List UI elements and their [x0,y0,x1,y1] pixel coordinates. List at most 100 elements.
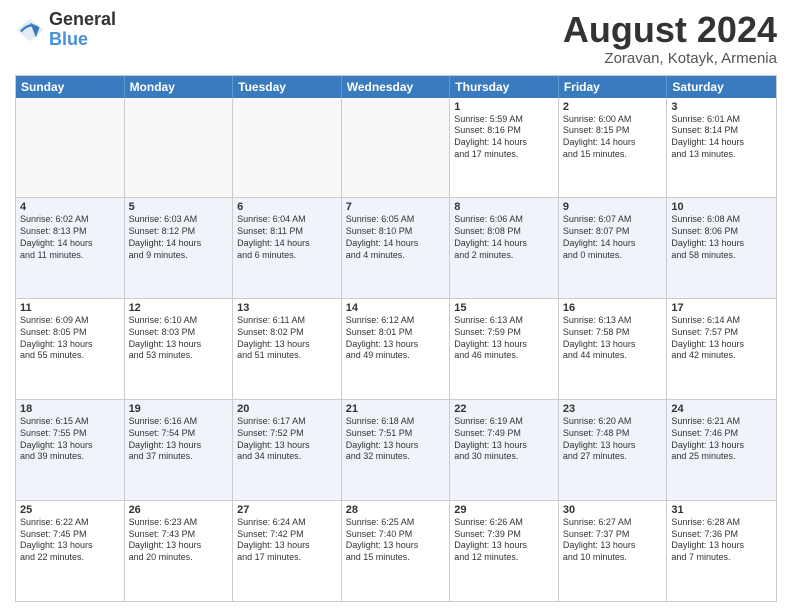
cell-info: Sunrise: 6:27 AM Sunset: 7:37 PM Dayligh… [563,517,663,564]
cal-cell-4: 4Sunrise: 6:02 AM Sunset: 8:13 PM Daylig… [16,198,125,298]
calendar-row-4: 25Sunrise: 6:22 AM Sunset: 7:45 PM Dayli… [16,500,776,601]
cal-cell-empty-1 [125,98,234,198]
cell-info: Sunrise: 6:23 AM Sunset: 7:43 PM Dayligh… [129,517,229,564]
day-number: 9 [563,201,663,213]
logo-general-text: General [49,10,116,30]
day-number: 13 [237,302,337,314]
cell-info: Sunrise: 6:13 AM Sunset: 7:59 PM Dayligh… [454,315,554,362]
header-day-thursday: Thursday [450,76,559,98]
cal-cell-5: 5Sunrise: 6:03 AM Sunset: 8:12 PM Daylig… [125,198,234,298]
header-day-sunday: Sunday [16,76,125,98]
cal-cell-empty-0 [16,98,125,198]
day-number: 3 [671,101,772,113]
cell-info: Sunrise: 6:20 AM Sunset: 7:48 PM Dayligh… [563,416,663,463]
cal-cell-6: 6Sunrise: 6:04 AM Sunset: 8:11 PM Daylig… [233,198,342,298]
cal-cell-26: 26Sunrise: 6:23 AM Sunset: 7:43 PM Dayli… [125,501,234,601]
cal-cell-12: 12Sunrise: 6:10 AM Sunset: 8:03 PM Dayli… [125,299,234,399]
cal-cell-27: 27Sunrise: 6:24 AM Sunset: 7:42 PM Dayli… [233,501,342,601]
cell-info: Sunrise: 6:06 AM Sunset: 8:08 PM Dayligh… [454,214,554,261]
cal-cell-2: 2Sunrise: 6:00 AM Sunset: 8:15 PM Daylig… [559,98,668,198]
header-day-friday: Friday [559,76,668,98]
cal-cell-10: 10Sunrise: 6:08 AM Sunset: 8:06 PM Dayli… [667,198,776,298]
day-number: 23 [563,403,663,415]
calendar-row-3: 18Sunrise: 6:15 AM Sunset: 7:55 PM Dayli… [16,399,776,500]
day-number: 4 [20,201,120,213]
header: General Blue August 2024 Zoravan, Kotayk… [15,10,777,67]
cal-cell-22: 22Sunrise: 6:19 AM Sunset: 7:49 PM Dayli… [450,400,559,500]
cal-cell-15: 15Sunrise: 6:13 AM Sunset: 7:59 PM Dayli… [450,299,559,399]
cell-info: Sunrise: 6:13 AM Sunset: 7:58 PM Dayligh… [563,315,663,362]
day-number: 20 [237,403,337,415]
cal-cell-30: 30Sunrise: 6:27 AM Sunset: 7:37 PM Dayli… [559,501,668,601]
day-number: 12 [129,302,229,314]
cal-cell-11: 11Sunrise: 6:09 AM Sunset: 8:05 PM Dayli… [16,299,125,399]
cal-cell-9: 9Sunrise: 6:07 AM Sunset: 8:07 PM Daylig… [559,198,668,298]
day-number: 30 [563,504,663,516]
day-number: 26 [129,504,229,516]
cell-info: Sunrise: 6:10 AM Sunset: 8:03 PM Dayligh… [129,315,229,362]
day-number: 27 [237,504,337,516]
calendar-row-2: 11Sunrise: 6:09 AM Sunset: 8:05 PM Dayli… [16,298,776,399]
day-number: 2 [563,101,663,113]
cell-info: Sunrise: 6:01 AM Sunset: 8:14 PM Dayligh… [671,114,772,161]
cell-info: Sunrise: 6:05 AM Sunset: 8:10 PM Dayligh… [346,214,446,261]
day-number: 21 [346,403,446,415]
page: General Blue August 2024 Zoravan, Kotayk… [0,0,792,612]
logo-icon [15,15,45,45]
day-number: 15 [454,302,554,314]
cal-cell-1: 1Sunrise: 5:59 AM Sunset: 8:16 PM Daylig… [450,98,559,198]
cal-cell-7: 7Sunrise: 6:05 AM Sunset: 8:10 PM Daylig… [342,198,451,298]
day-number: 24 [671,403,772,415]
cal-cell-13: 13Sunrise: 6:11 AM Sunset: 8:02 PM Dayli… [233,299,342,399]
cell-info: Sunrise: 6:09 AM Sunset: 8:05 PM Dayligh… [20,315,120,362]
day-number: 5 [129,201,229,213]
cell-info: Sunrise: 6:00 AM Sunset: 8:15 PM Dayligh… [563,114,663,161]
day-number: 6 [237,201,337,213]
calendar-header: SundayMondayTuesdayWednesdayThursdayFrid… [16,76,776,98]
day-number: 25 [20,504,120,516]
cal-cell-31: 31Sunrise: 6:28 AM Sunset: 7:36 PM Dayli… [667,501,776,601]
day-number: 19 [129,403,229,415]
cal-cell-empty-2 [233,98,342,198]
day-number: 28 [346,504,446,516]
header-day-monday: Monday [125,76,234,98]
cell-info: Sunrise: 6:19 AM Sunset: 7:49 PM Dayligh… [454,416,554,463]
cal-cell-29: 29Sunrise: 6:26 AM Sunset: 7:39 PM Dayli… [450,501,559,601]
cal-cell-14: 14Sunrise: 6:12 AM Sunset: 8:01 PM Dayli… [342,299,451,399]
day-number: 18 [20,403,120,415]
cal-cell-24: 24Sunrise: 6:21 AM Sunset: 7:46 PM Dayli… [667,400,776,500]
cell-info: Sunrise: 6:14 AM Sunset: 7:57 PM Dayligh… [671,315,772,362]
cal-cell-3: 3Sunrise: 6:01 AM Sunset: 8:14 PM Daylig… [667,98,776,198]
header-day-wednesday: Wednesday [342,76,451,98]
day-number: 22 [454,403,554,415]
cell-info: Sunrise: 6:26 AM Sunset: 7:39 PM Dayligh… [454,517,554,564]
cal-cell-19: 19Sunrise: 6:16 AM Sunset: 7:54 PM Dayli… [125,400,234,500]
cal-cell-17: 17Sunrise: 6:14 AM Sunset: 7:57 PM Dayli… [667,299,776,399]
cal-cell-8: 8Sunrise: 6:06 AM Sunset: 8:08 PM Daylig… [450,198,559,298]
cal-cell-empty-3 [342,98,451,198]
logo-blue-text: Blue [49,30,116,50]
cal-cell-23: 23Sunrise: 6:20 AM Sunset: 7:48 PM Dayli… [559,400,668,500]
day-number: 29 [454,504,554,516]
day-number: 8 [454,201,554,213]
cal-cell-28: 28Sunrise: 6:25 AM Sunset: 7:40 PM Dayli… [342,501,451,601]
cell-info: Sunrise: 6:02 AM Sunset: 8:13 PM Dayligh… [20,214,120,261]
cal-cell-18: 18Sunrise: 6:15 AM Sunset: 7:55 PM Dayli… [16,400,125,500]
cell-info: Sunrise: 6:22 AM Sunset: 7:45 PM Dayligh… [20,517,120,564]
cell-info: Sunrise: 6:07 AM Sunset: 8:07 PM Dayligh… [563,214,663,261]
header-day-tuesday: Tuesday [233,76,342,98]
calendar-row-1: 4Sunrise: 6:02 AM Sunset: 8:13 PM Daylig… [16,197,776,298]
day-number: 31 [671,504,772,516]
logo: General Blue [15,10,116,50]
cell-info: Sunrise: 6:28 AM Sunset: 7:36 PM Dayligh… [671,517,772,564]
cell-info: Sunrise: 6:12 AM Sunset: 8:01 PM Dayligh… [346,315,446,362]
logo-text: General Blue [49,10,116,50]
calendar-body: 1Sunrise: 5:59 AM Sunset: 8:16 PM Daylig… [16,98,776,601]
day-number: 1 [454,101,554,113]
month-title: August 2024 [563,10,777,50]
cal-cell-25: 25Sunrise: 6:22 AM Sunset: 7:45 PM Dayli… [16,501,125,601]
cell-info: Sunrise: 6:18 AM Sunset: 7:51 PM Dayligh… [346,416,446,463]
day-number: 10 [671,201,772,213]
cell-info: Sunrise: 6:04 AM Sunset: 8:11 PM Dayligh… [237,214,337,261]
title-area: August 2024 Zoravan, Kotayk, Armenia [563,10,777,67]
